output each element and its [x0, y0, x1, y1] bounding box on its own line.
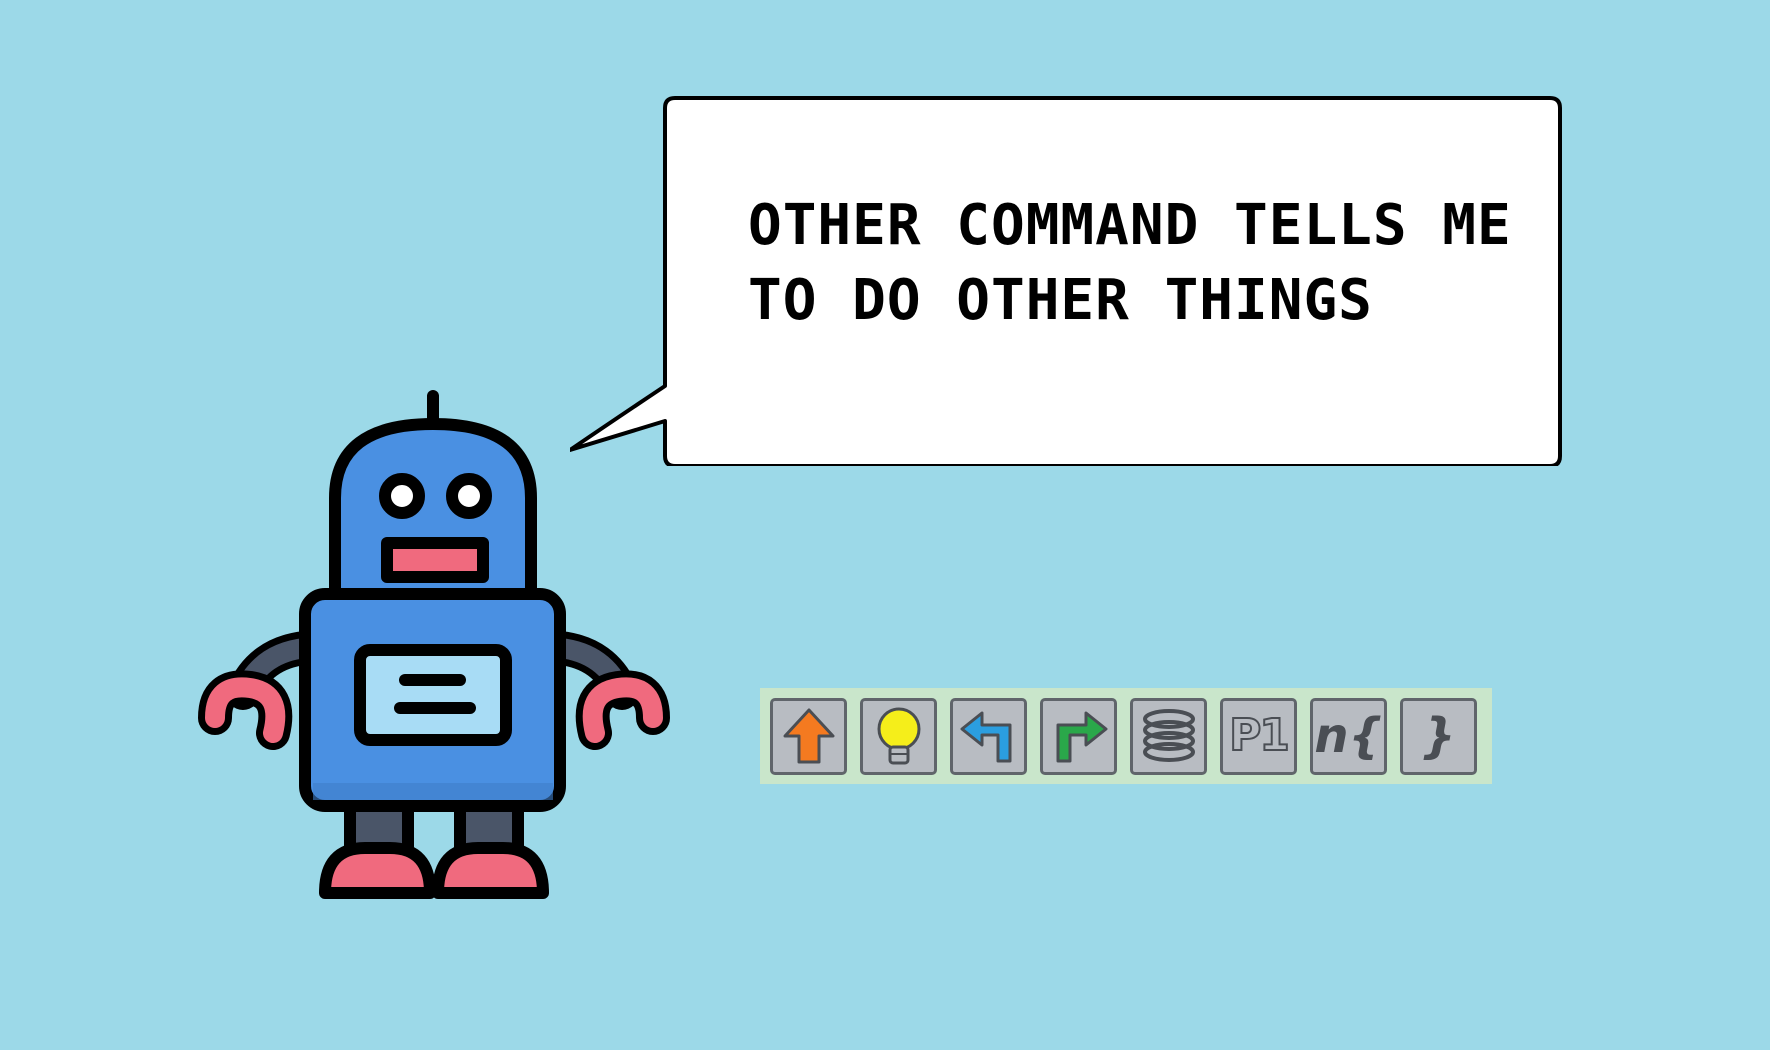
- close-brace-label: }: [1421, 708, 1456, 764]
- up-arrow-icon: [783, 708, 834, 764]
- spring-button[interactable]: [1130, 697, 1207, 775]
- turn-right-button[interactable]: [1040, 697, 1117, 775]
- procedure-1-button[interactable]: P1: [1220, 697, 1297, 775]
- procedure-1-label: P1: [1228, 710, 1291, 761]
- turn-right-icon: [1056, 711, 1107, 763]
- repeat-button[interactable]: n{: [1310, 697, 1387, 775]
- repeat-label: n{: [1314, 708, 1383, 764]
- spring-icon: [1142, 709, 1195, 762]
- turn-left-button[interactable]: [950, 697, 1027, 775]
- robot-icon: [198, 390, 670, 899]
- lightbulb-icon: [877, 707, 920, 765]
- command-toolbar: P1 n{ }: [760, 688, 1492, 784]
- speech-text: OTHER COMMAND TELLS ME TO DO OTHER THING…: [748, 193, 1512, 333]
- forward-button[interactable]: [770, 697, 847, 775]
- end-block-button[interactable]: }: [1400, 697, 1477, 775]
- turn-left-icon: [960, 711, 1011, 763]
- light-button[interactable]: [860, 697, 937, 775]
